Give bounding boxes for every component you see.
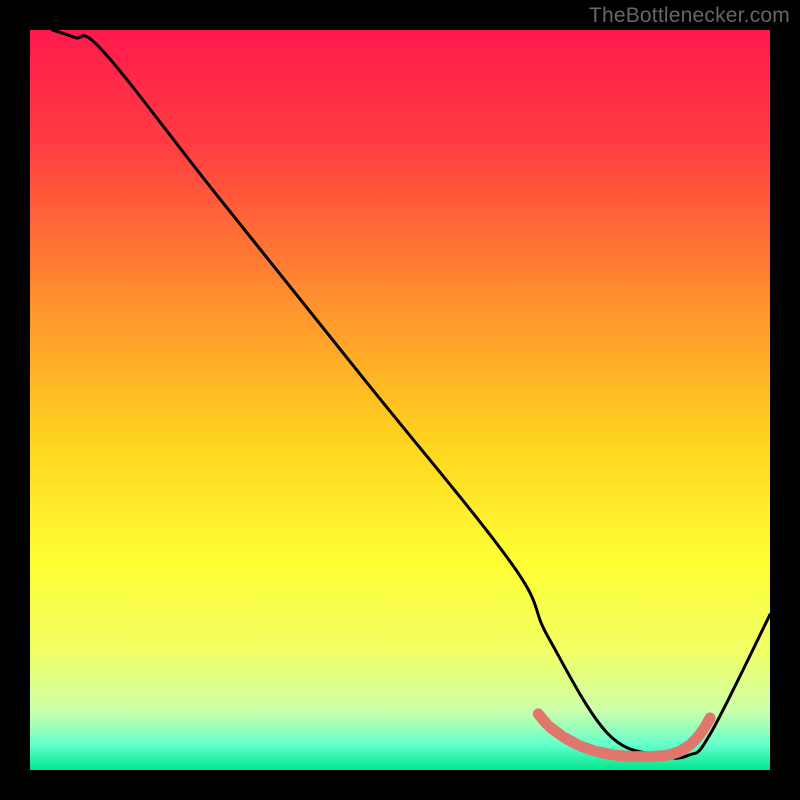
chart-root: TheBottlenecker.com — [0, 0, 800, 800]
marker-dash — [617, 755, 631, 756]
plot-svg — [30, 30, 770, 770]
marker-dash — [598, 752, 612, 755]
plot-area — [30, 30, 770, 770]
marker-dash — [550, 727, 561, 735]
attribution-text: TheBottlenecker.com — [589, 4, 790, 28]
marker-dash — [565, 738, 577, 745]
marker-dash — [581, 746, 594, 750]
marker-dash — [706, 718, 710, 726]
marker-dash — [538, 714, 546, 724]
gradient-background — [30, 30, 770, 770]
